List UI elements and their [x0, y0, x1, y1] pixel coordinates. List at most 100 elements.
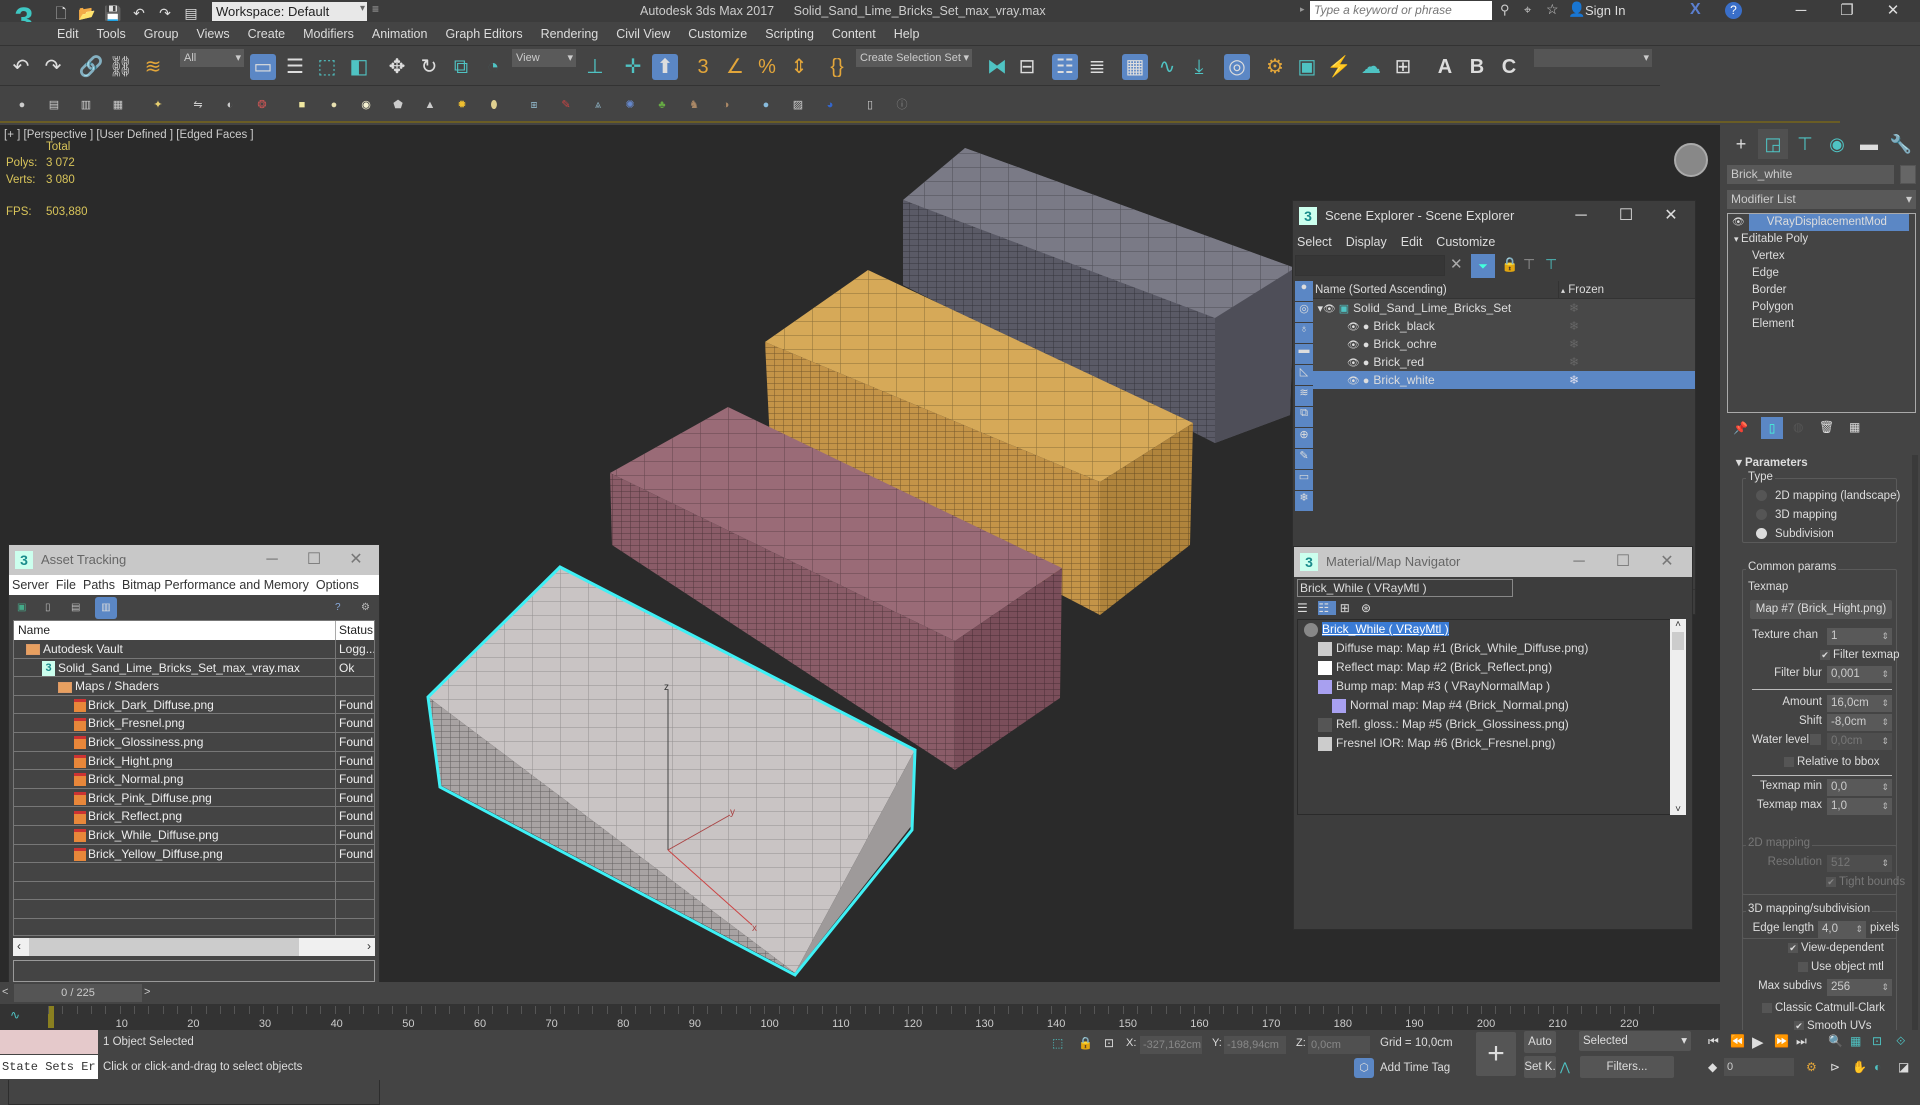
help-icon[interactable]: ?: [335, 602, 341, 613]
material-tree-item[interactable]: Normal map: Map #4 (Brick_Normal.png): [1298, 696, 1676, 715]
col-name-header[interactable]: Name (Sorted Ascending): [1313, 284, 1447, 296]
object-color-swatch[interactable]: [1900, 165, 1916, 184]
clear-find-icon[interactable]: ✕: [1450, 255, 1463, 273]
go-to-start-icon[interactable]: ⏮: [1708, 1034, 1719, 1049]
modifier-stack-item[interactable]: Element: [1728, 316, 1915, 333]
close-button[interactable]: ✕: [335, 545, 377, 575]
zoom-all-icon[interactable]: ▦: [1850, 1034, 1861, 1048]
visibility-eye-icon[interactable]: 👁: [1347, 340, 1360, 351]
texture-chan-spinner[interactable]: 1 ⇕: [1827, 628, 1892, 645]
workspace-dropdown[interactable]: Workspace: Default: [212, 2, 367, 21]
track-bar[interactable]: ∿ 10 20 30 40 50 60 70 80 90 100 110 120 130 140 150 16…: [0, 1004, 1720, 1030]
asset-row[interactable]: Maps / Shaders: [14, 677, 374, 696]
exchange-apps-icon[interactable]: X: [1690, 1, 1701, 19]
selection-filter-dropdown[interactable]: All ▾: [180, 49, 244, 67]
key-filters-button[interactable]: Filters...: [1580, 1056, 1674, 1078]
default-tangent-icon[interactable]: ⋀: [1560, 1060, 1570, 1074]
pivot-center-icon[interactable]: ⊥: [582, 54, 608, 80]
asset-row[interactable]: Brick_Fresnel.png Found: [14, 714, 374, 733]
new-file-icon[interactable]: 🗋: [51, 4, 71, 22]
xrefs-filter-icon[interactable]: ⊕: [1295, 428, 1313, 448]
vray-toolbox-icon[interactable]: ▯: [862, 97, 878, 113]
frozen-snowflake-icon[interactable]: ❄: [1569, 353, 1579, 371]
scene-object-row[interactable]: 👁 ● Brick_ochre ❄: [1313, 335, 1695, 353]
refresh-icon[interactable]: ▣: [17, 602, 26, 613]
vray-plane-light-icon[interactable]: ■: [294, 97, 310, 113]
menu-views[interactable]: Views: [187, 22, 238, 46]
vray-clipper-icon[interactable]: ♣: [654, 97, 670, 113]
resolution-spinner[interactable]: 512 ⇕: [1827, 855, 1892, 872]
vray-editor-icon[interactable]: ▥: [78, 97, 94, 113]
show-end-result-icon[interactable]: ▯: [1761, 417, 1783, 439]
spinner-snap-icon[interactable]: ⇕: [786, 54, 812, 80]
modifier-stack-item[interactable]: Vertex: [1728, 248, 1915, 265]
visibility-eye-icon[interactable]: 👁: [1347, 376, 1360, 387]
bind-space-warp-icon[interactable]: ≋: [140, 54, 166, 80]
amount-spinner[interactable]: 16,0cm ⇕: [1827, 695, 1892, 712]
named-selection-dropdown[interactable]: Create Selection Set ▾: [856, 49, 972, 67]
rendered-frame-window-icon[interactable]: ▣: [1294, 54, 1320, 80]
configure-sets-icon[interactable]: ▦: [1849, 420, 1860, 434]
asset-menu-file[interactable]: File: [56, 578, 76, 592]
key-filter-dropdown[interactable]: Selected ▾: [1579, 1031, 1691, 1051]
align-icon[interactable]: ⊟: [1014, 54, 1040, 80]
time-config-icon[interactable]: ⚙: [1806, 1060, 1817, 1074]
material-tree-item[interactable]: Fresnel IOR: Map #6 (Brick_Fresnel.png): [1298, 734, 1676, 753]
modifier-stack-item[interactable]: Edge: [1728, 265, 1915, 282]
hierarchy-tab[interactable]: ⊤: [1790, 129, 1820, 159]
horizontal-scrollbar[interactable]: ‹ ›: [13, 938, 375, 956]
view-dependent-checkbox[interactable]: ✔ View-dependent: [1788, 942, 1884, 954]
save-file-icon[interactable]: 💾: [103, 4, 123, 22]
close-button[interactable]: ✕: [1650, 201, 1692, 231]
helpers-filter-icon[interactable]: ◺: [1295, 365, 1313, 385]
vray-fur-icon[interactable]: ✎: [558, 97, 574, 113]
scene-object-row[interactable]: 👁 ● Brick_red ❄: [1313, 353, 1695, 371]
scene-root-row[interactable]: ▾ 👁 ▣ Solid_Sand_Lime_Bricks_Set ❄: [1313, 299, 1695, 317]
scene-object-row[interactable]: 👁 ● Brick_white ❄: [1313, 371, 1695, 389]
find-field[interactable]: [1295, 255, 1445, 276]
frozen-filter-icon[interactable]: ❄: [1295, 491, 1313, 511]
asset-row[interactable]: Brick_Pink_Diffuse.png Found: [14, 788, 374, 808]
redo-icon[interactable]: ↷: [155, 4, 175, 22]
large-icons-view-icon[interactable]: ⊛: [1361, 601, 1379, 615]
play-icon[interactable]: ▶: [1752, 1033, 1764, 1051]
maximize-button[interactable]: ☐: [1605, 201, 1647, 231]
key-mode-icon[interactable]: ◆: [1708, 1060, 1717, 1074]
menu-civil-view[interactable]: Civil View: [607, 22, 679, 46]
scroll-left-icon[interactable]: ‹: [17, 939, 21, 953]
minimize-button[interactable]: ─: [1558, 547, 1600, 577]
vray-sphere-icon[interactable]: ✺: [622, 97, 638, 113]
containers-filter-icon[interactable]: ▭: [1295, 470, 1313, 490]
frozen-snowflake-icon[interactable]: ❄: [1569, 371, 1579, 389]
vertical-scrollbar[interactable]: ˄ ˅: [1670, 619, 1686, 815]
select-object-button[interactable]: ▭: [250, 54, 276, 80]
relative-to-bbox-checkbox[interactable]: Relative to bbox: [1784, 756, 1879, 768]
menu-modifiers[interactable]: Modifiers: [294, 22, 363, 46]
selection-lock-icon[interactable]: 🔒: [1078, 1036, 1093, 1050]
water-level-spinner[interactable]: 0,0cm ⇕: [1827, 733, 1892, 750]
next-frame-icon[interactable]: >: [144, 986, 150, 998]
snaps-toggle-icon[interactable]: 3: [690, 54, 716, 80]
vray-vfb-icon[interactable]: ❂: [254, 97, 270, 113]
parameters-rollout-header[interactable]: ▾ Parameters: [1736, 455, 1808, 469]
visibility-eye-icon[interactable]: 👁: [1347, 358, 1360, 369]
details-view-icon[interactable]: ▤: [71, 602, 80, 613]
groups-filter-icon[interactable]: ⧉: [1295, 407, 1313, 427]
col-frozen-header[interactable]: ▴ Frozen: [1558, 281, 1604, 300]
y-coordinate-field[interactable]: -198,94cm: [1224, 1036, 1286, 1054]
set-key-big-button[interactable]: +: [1476, 1032, 1516, 1076]
asset-row[interactable]: 3 Solid_Sand_Lime_Bricks_Set_max_vray.max…: [14, 658, 374, 678]
render-setup-icon[interactable]: ⚙: [1262, 54, 1288, 80]
scene-explorer-menu-select[interactable]: Select: [1297, 235, 1332, 249]
asset-menu-bitmap-performance-and-memory[interactable]: Bitmap Performance and Memory: [122, 578, 309, 592]
scroll-down-icon[interactable]: ˅: [1670, 804, 1686, 815]
vray-metaball-icon[interactable]: ♞: [686, 97, 702, 113]
modifier-stack-item[interactable]: Polygon: [1728, 299, 1915, 316]
visibility-eye-icon[interactable]: 👁: [1323, 304, 1336, 315]
open-file-icon[interactable]: 📂: [77, 4, 97, 22]
x-coordinate-field[interactable]: -327,162cm: [1140, 1036, 1202, 1054]
move-icon[interactable]: ✥: [384, 54, 410, 80]
modify-tab[interactable]: ◲: [1758, 129, 1788, 159]
modifier-toggle-eye-icon[interactable]: 👁: [1728, 217, 1749, 228]
material-tree-item[interactable]: Brick_While ( VRayMtl ): [1298, 620, 1676, 639]
